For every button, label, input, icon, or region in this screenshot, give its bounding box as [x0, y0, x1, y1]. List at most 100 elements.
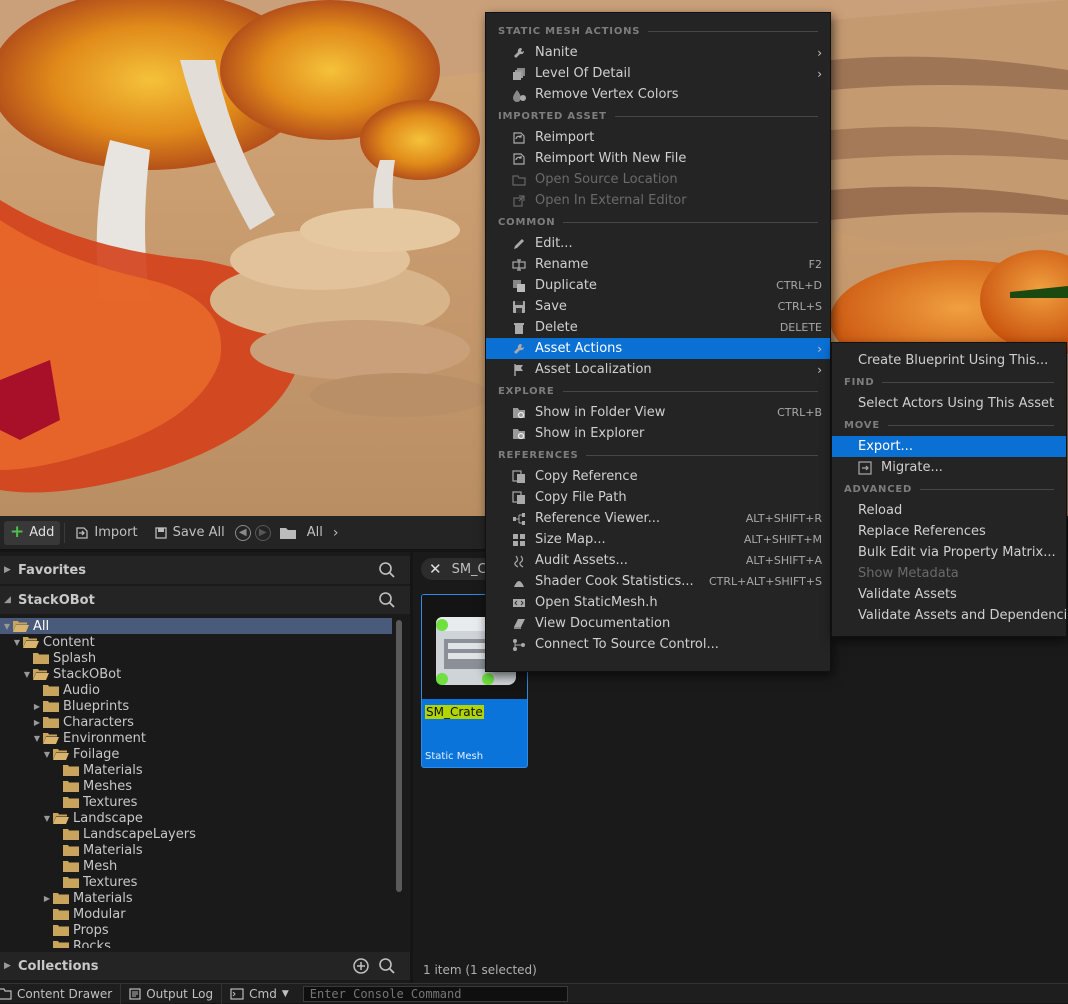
- search-icon[interactable]: [378, 561, 396, 579]
- menu-item-size-map[interactable]: Size Map... ALT+SHIFT+M: [486, 529, 830, 550]
- add-button[interactable]: + Add: [4, 520, 61, 545]
- menu-item-connect-to-source-control[interactable]: Connect To Source Control...: [486, 634, 830, 655]
- expand-right-icon[interactable]: ▶: [32, 718, 42, 727]
- menu-item-validate-assets-and-dependencies[interactable]: Validate Assets and Dependencies: [832, 605, 1068, 626]
- folder-open-icon: [53, 748, 69, 760]
- menu-item-delete[interactable]: Delete DELETE: [486, 317, 830, 338]
- menu-item-label: Shader Cook Statistics...: [535, 574, 694, 589]
- tree-item-all[interactable]: ▼ All: [0, 618, 392, 634]
- tree-item-foilage[interactable]: ▼ Foilage: [0, 746, 392, 762]
- menu-item-nanite[interactable]: Nanite ›: [486, 42, 830, 63]
- import-button[interactable]: Import: [69, 521, 143, 545]
- menu-item-select-actors-using-this-asset[interactable]: Select Actors Using This Asset: [832, 393, 1066, 414]
- shortcut-label: CTRL+B: [777, 406, 822, 419]
- expand-down-icon[interactable]: ▼: [12, 638, 22, 647]
- folder-tree: ▼ All ▼ Content Splash ▼ StackOBot Audio ▶ Bluepr…: [0, 618, 392, 948]
- tree-item-materials[interactable]: Materials: [0, 762, 392, 778]
- shortcut-label: ALT+SHIFT+A: [745, 554, 822, 567]
- search-icon[interactable]: [378, 591, 396, 609]
- menu-item-label: Open StaticMesh.h: [535, 595, 658, 610]
- tree-item-meshes[interactable]: Meshes: [0, 778, 392, 794]
- expand-down-icon[interactable]: ▼: [42, 814, 52, 823]
- menu-item-copy-file-path[interactable]: Copy File Path: [486, 487, 830, 508]
- favorites-header[interactable]: ▶ Favorites: [0, 556, 410, 584]
- close-icon[interactable]: ✕: [429, 560, 442, 578]
- menu-item-view-documentation[interactable]: View Documentation: [486, 613, 830, 634]
- content-drawer-button[interactable]: Content Drawer: [0, 983, 122, 1004]
- tree-item-textures[interactable]: Textures: [0, 794, 392, 810]
- expand-down-icon[interactable]: ▼: [2, 622, 12, 631]
- back-icon[interactable]: ◀: [234, 524, 251, 541]
- folder-icon: [63, 828, 79, 840]
- tree-item-landscape[interactable]: ▼ Landscape: [0, 810, 392, 826]
- save-all-button[interactable]: Save All: [148, 521, 231, 545]
- add-collection-icon[interactable]: [352, 957, 370, 975]
- tree-scrollbar[interactable]: [396, 620, 402, 892]
- tree-item-rocks[interactable]: Rocks: [0, 938, 392, 948]
- menu-item-reimport[interactable]: Reimport: [486, 127, 830, 148]
- menu-item-replace-references[interactable]: Replace References: [832, 521, 1066, 542]
- tree-item-landscapelayers[interactable]: LandscapeLayers: [0, 826, 392, 842]
- folder-icon: [53, 892, 69, 904]
- menu-item-copy-reference[interactable]: Copy Reference: [486, 466, 830, 487]
- menu-item-export[interactable]: Export...: [832, 436, 1066, 457]
- menu-item-reload[interactable]: Reload: [832, 500, 1066, 521]
- menu-item-reference-viewer[interactable]: Reference Viewer... ALT+SHIFT+R: [486, 508, 830, 529]
- menu-item-edit[interactable]: Edit...: [486, 233, 830, 254]
- output-log-button[interactable]: Output Log: [121, 983, 223, 1004]
- tree-item-label: StackOBot: [53, 666, 122, 682]
- folder-open-icon: [43, 732, 59, 744]
- tree-item-splash[interactable]: Splash: [0, 650, 392, 666]
- menu-item-rename[interactable]: Rename F2: [486, 254, 830, 275]
- menu-item-remove-vertex-colors[interactable]: Remove Vertex Colors: [486, 84, 830, 105]
- expand-down-icon[interactable]: ▼: [22, 670, 32, 679]
- collections-header[interactable]: ▶ Collections: [0, 952, 410, 980]
- menu-item-bulk-edit-via-property-matrix[interactable]: Bulk Edit via Property Matrix...: [832, 542, 1066, 563]
- menu-item-create-blueprint-using-this[interactable]: Create Blueprint Using This...: [832, 350, 1066, 371]
- menu-item-open-staticmesh-h[interactable]: Open StaticMesh.h: [486, 592, 830, 613]
- reimport-icon: [512, 152, 526, 166]
- folder-icon: [53, 924, 69, 936]
- menu-item-shader-cook-statistics[interactable]: Shader Cook Statistics... CTRL+ALT+SHIFT+…: [486, 571, 830, 592]
- menu-item-show-in-explorer[interactable]: Show in Explorer: [486, 423, 830, 444]
- chevron-right-icon[interactable]: ›: [333, 525, 339, 541]
- tree-item-blueprints[interactable]: ▶ Blueprints: [0, 698, 392, 714]
- cmd-dropdown[interactable]: Cmd ▼: [222, 984, 297, 1004]
- menu-item-duplicate[interactable]: Duplicate CTRL+D: [486, 275, 830, 296]
- tree-item-mesh[interactable]: Mesh: [0, 858, 392, 874]
- menu-item-asset-actions[interactable]: Asset Actions ›: [486, 338, 830, 359]
- tree-item-textures[interactable]: Textures: [0, 874, 392, 890]
- menu-item-migrate[interactable]: Migrate...: [832, 457, 1066, 478]
- tree-item-stackobot[interactable]: ▼ StackOBot: [0, 666, 392, 682]
- tree-item-modular[interactable]: Modular: [0, 906, 392, 922]
- menu-item-label: Show Metadata: [858, 566, 959, 581]
- forward-icon[interactable]: ▶: [254, 524, 271, 541]
- expand-right-icon[interactable]: ▶: [32, 702, 42, 711]
- tree-item-characters[interactable]: ▶ Characters: [0, 714, 392, 730]
- tree-item-audio[interactable]: Audio: [0, 682, 392, 698]
- expand-down-icon[interactable]: ▼: [32, 734, 42, 743]
- tree-item-props[interactable]: Props: [0, 922, 392, 938]
- menu-item-save[interactable]: Save CTRL+S: [486, 296, 830, 317]
- menu-item-asset-localization[interactable]: Asset Localization ›: [486, 359, 830, 380]
- expand-down-icon[interactable]: ▼: [42, 750, 52, 759]
- tree-item-environment[interactable]: ▼ Environment: [0, 730, 392, 746]
- menu-item-reimport-with-new-file[interactable]: Reimport With New File: [486, 148, 830, 169]
- tree-item-materials[interactable]: Materials: [0, 842, 392, 858]
- menu-item-open-in-external-editor: Open In External Editor: [486, 190, 830, 211]
- menu-item-level-of-detail[interactable]: Level Of Detail ›: [486, 63, 830, 84]
- menu-item-validate-assets[interactable]: Validate Assets: [832, 584, 1066, 605]
- import-label: Import: [94, 525, 138, 540]
- menu-item-label: Nanite: [535, 45, 578, 60]
- menu-item-show-in-folder-view[interactable]: Show in Folder View CTRL+B: [486, 402, 830, 423]
- tree-item-materials[interactable]: ▶ Materials: [0, 890, 392, 906]
- tree-item-content[interactable]: ▼ Content: [0, 634, 392, 650]
- stackobot-header[interactable]: ◢ StackOBot: [0, 586, 410, 614]
- path-breadcrumb-all[interactable]: All: [301, 521, 329, 545]
- menu-item-audit-assets[interactable]: Audit Assets... ALT+SHIFT+A: [486, 550, 830, 571]
- import-icon: [76, 526, 89, 539]
- search-icon[interactable]: [378, 957, 396, 975]
- console-command-input[interactable]: [302, 985, 568, 1002]
- add-label: Add: [29, 525, 55, 540]
- expand-right-icon[interactable]: ▶: [42, 894, 52, 903]
